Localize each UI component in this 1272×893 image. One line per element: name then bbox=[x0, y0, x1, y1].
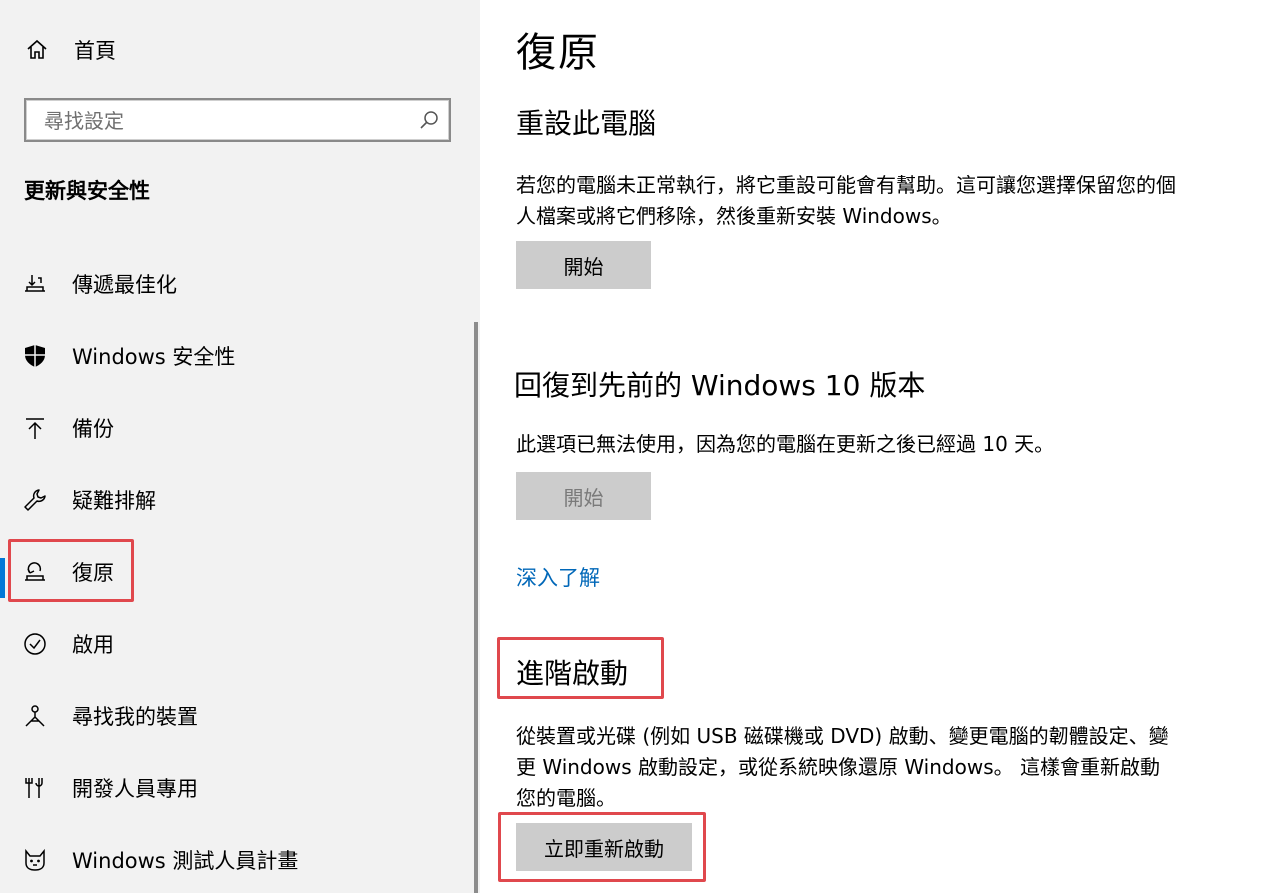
rollback-start-button[interactable]: 開始 bbox=[516, 472, 651, 520]
backup-arrow-up-icon bbox=[26, 418, 44, 439]
reset-start-button[interactable]: 開始 bbox=[516, 241, 651, 289]
sidebar-item-label: 開發人員專用 bbox=[72, 777, 198, 801]
find-device-icon bbox=[25, 705, 45, 727]
sidebar-item-activation[interactable]: 啟用 bbox=[0, 616, 470, 672]
advanced-startup-heading: 進階啟動 bbox=[516, 657, 629, 690]
recovery-icon bbox=[25, 562, 45, 581]
nav-home[interactable]: 首頁 bbox=[24, 34, 116, 66]
sidebar-item-backup[interactable]: 備份 bbox=[0, 400, 470, 456]
developer-tools-icon bbox=[25, 778, 43, 798]
rollback-heading: 回復到先前的 Windows 10 版本 bbox=[514, 369, 926, 402]
page-title: 復原 bbox=[516, 30, 600, 76]
search-input[interactable] bbox=[42, 106, 416, 136]
sidebar-item-label: 疑難排解 bbox=[72, 489, 156, 513]
learn-more-link[interactable]: 深入了解 bbox=[516, 562, 600, 592]
check-circle-icon bbox=[24, 633, 46, 655]
sidebar-item-label: 備份 bbox=[72, 417, 114, 441]
sidebar-scrollbar[interactable] bbox=[474, 322, 478, 893]
sidebar-item-label: 復原 bbox=[72, 561, 114, 585]
search-icon[interactable] bbox=[419, 110, 439, 130]
nav-home-label: 首頁 bbox=[74, 39, 116, 63]
sidebar-item-for-developers[interactable]: 開發人員專用 bbox=[0, 760, 470, 816]
wrench-icon bbox=[24, 489, 46, 511]
search-box[interactable] bbox=[24, 98, 451, 142]
sidebar-item-label: 傳遞最佳化 bbox=[72, 273, 177, 297]
sidebar-item-label: Windows 安全性 bbox=[72, 345, 236, 369]
main-content: 復原 重設此電腦 若您的電腦未正常執行，將它重設可能會有幫助。這可讓您選擇保留您… bbox=[480, 0, 1272, 893]
home-icon bbox=[27, 39, 47, 59]
rollback-description: 此選項已無法使用，因為您的電腦在更新之後已經過 10 天。 bbox=[516, 432, 1055, 456]
sidebar-item-label: Windows 測試人員計畫 bbox=[72, 849, 299, 873]
sidebar-item-recovery[interactable]: 復原 bbox=[0, 544, 470, 600]
sidebar-item-label: 尋找我的裝置 bbox=[72, 705, 198, 729]
sidebar-item-label: 啟用 bbox=[72, 633, 114, 657]
sidebar-item-windows-security[interactable]: Windows 安全性 bbox=[0, 328, 470, 384]
sidebar-item-windows-insider[interactable]: Windows 測試人員計畫 bbox=[0, 832, 470, 888]
section-title: 更新與安全性 bbox=[24, 179, 150, 203]
sidebar-item-find-my-device[interactable]: 尋找我的裝置 bbox=[0, 688, 470, 744]
sidebar-item-delivery-optimization[interactable]: 傳遞最佳化 bbox=[0, 256, 470, 312]
reset-heading: 重設此電腦 bbox=[516, 107, 657, 140]
delivery-optimization-icon bbox=[25, 275, 45, 292]
shield-icon bbox=[25, 345, 45, 367]
advanced-startup-description: 從裝置或光碟 (例如 USB 磁碟機或 DVD) 啟動、變更電腦的韌體設定、變更… bbox=[516, 724, 1169, 810]
reset-description: 若您的電腦未正常執行，將它重設可能會有幫助。這可讓您選擇保留您的個人檔案或將它們… bbox=[516, 173, 1176, 228]
restart-now-button[interactable]: 立即重新啟動 bbox=[516, 823, 692, 871]
sidebar: 首頁 更新與安全性 傳遞最佳化 Windows 安全性 備份 疑難排解 bbox=[0, 0, 480, 893]
sidebar-item-troubleshoot[interactable]: 疑難排解 bbox=[0, 472, 470, 528]
insider-cat-icon bbox=[25, 848, 45, 871]
